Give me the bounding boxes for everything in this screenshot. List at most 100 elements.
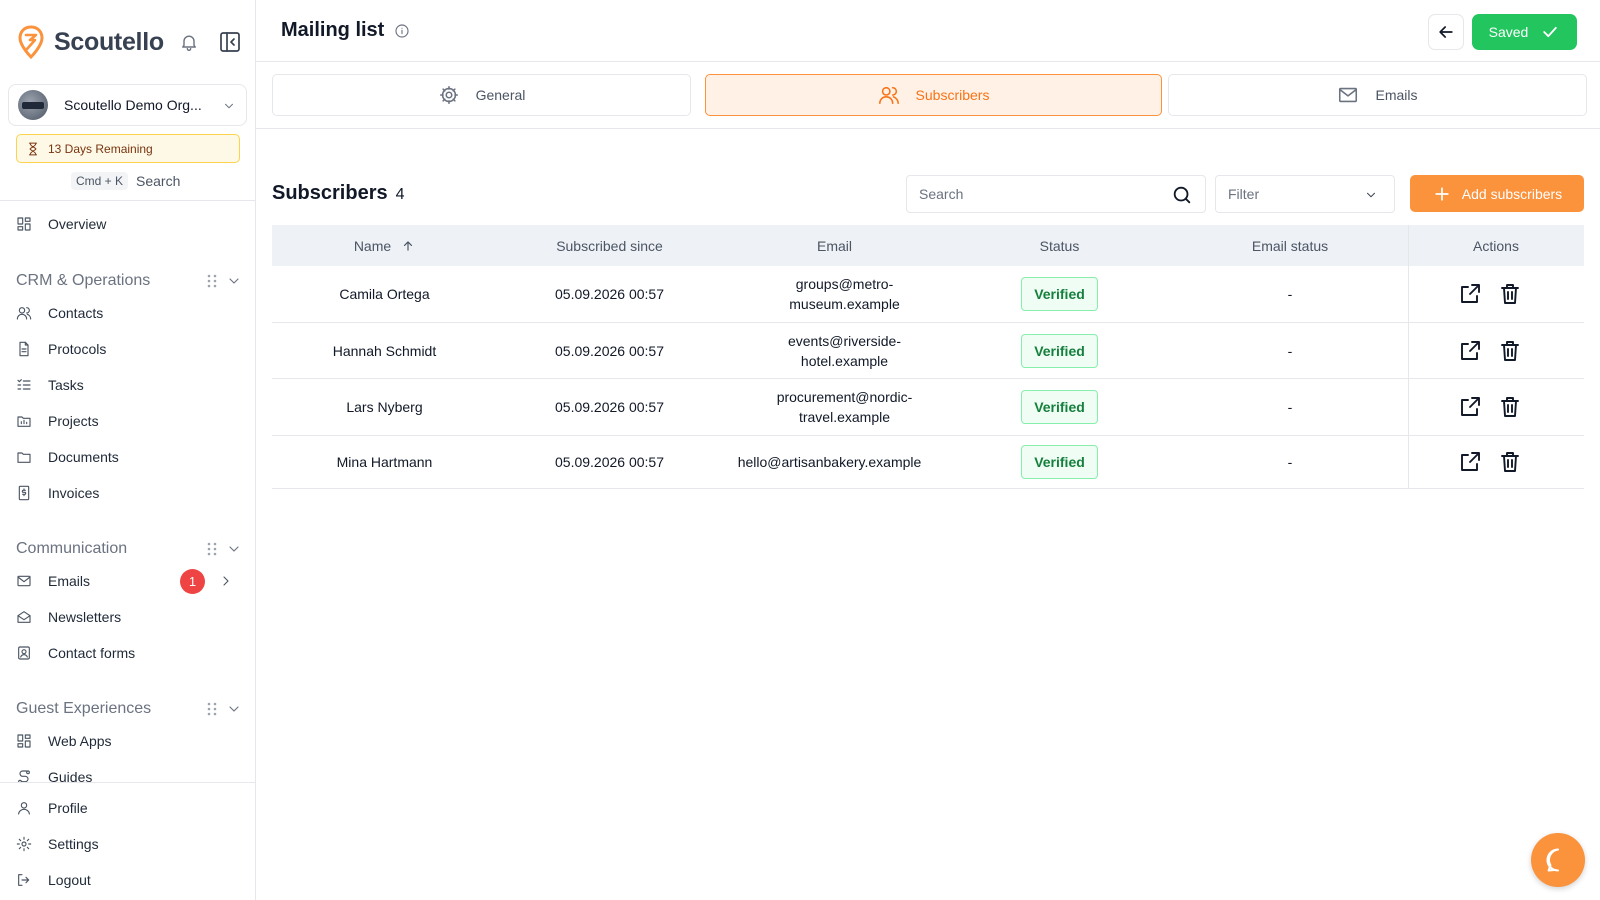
- org-switcher[interactable]: Scoutello Demo Org...: [8, 84, 247, 126]
- filter-select[interactable]: Filter: [1215, 175, 1395, 213]
- trash-icon[interactable]: [1498, 282, 1522, 306]
- cell-name: Hannah Schmidt: [332, 342, 437, 359]
- section-communication[interactable]: Communication: [16, 537, 241, 561]
- section-title: CRM & Operations: [16, 272, 151, 289]
- column-divider: [1408, 436, 1409, 488]
- section-title: Guest Experiences: [16, 700, 152, 717]
- column-header-name[interactable]: Name: [272, 225, 497, 266]
- search-input[interactable]: [907, 186, 1157, 202]
- open-external-icon[interactable]: [1458, 450, 1482, 474]
- drag-handle-icon[interactable]: [206, 274, 218, 288]
- drag-handle-icon[interactable]: [206, 542, 218, 556]
- settings-icon: [16, 836, 32, 852]
- sidebar-item-settings[interactable]: Settings: [16, 831, 241, 857]
- page-header: Mailing list Saved: [256, 0, 1600, 62]
- sidebar-item-tasks[interactable]: Tasks: [16, 372, 241, 398]
- section-title: Communication: [16, 540, 128, 557]
- cell-email-status: -: [1287, 399, 1293, 415]
- sidebar-item-guides[interactable]: Guides: [16, 764, 241, 782]
- sidebar-item-overview[interactable]: Overview: [16, 211, 241, 237]
- search-icon[interactable]: [1171, 184, 1193, 206]
- brand[interactable]: Scoutello: [18, 24, 164, 60]
- column-header-email: Email: [722, 225, 947, 266]
- chevron-down-icon[interactable]: [226, 701, 242, 717]
- open-external-icon[interactable]: [1458, 395, 1482, 419]
- cell-name: Lars Nyberg: [346, 399, 423, 415]
- projects-icon: [17, 416, 31, 427]
- open-external-icon[interactable]: [1458, 339, 1482, 363]
- cell-subscribed-since: 05.09.2026 00:57: [555, 399, 664, 415]
- tab-bar: General Subscribers Emails: [256, 62, 1600, 129]
- sidebar-item-newsletters[interactable]: Newsletters: [16, 604, 241, 630]
- section-guest-experiences[interactable]: Guest Experiences: [16, 697, 241, 721]
- cell-subscribed-since: 05.09.2026 00:57: [555, 454, 664, 470]
- chevron-down-icon[interactable]: [226, 273, 242, 289]
- invoice-icon: [18, 485, 30, 501]
- command-search[interactable]: Cmd + K Search: [71, 172, 180, 190]
- sidebar-item-contact-forms[interactable]: Contact forms: [16, 640, 241, 666]
- add-subscribers-button[interactable]: Add subscribers: [1410, 175, 1584, 212]
- cell-email-status: -: [1287, 286, 1293, 302]
- sidebar-item-protocols[interactable]: Protocols: [16, 336, 241, 362]
- sidebar-collapse-icon[interactable]: [218, 30, 242, 54]
- info-icon[interactable]: [394, 23, 410, 39]
- sidebar-item-label: Documents: [48, 449, 119, 465]
- cell-email: groups@metro-museum.example: [789, 276, 900, 312]
- sidebar-item-logout[interactable]: Logout: [16, 867, 241, 893]
- mail-icon: [1339, 87, 1358, 103]
- bell-icon[interactable]: [179, 32, 199, 52]
- column-divider: [1408, 379, 1409, 435]
- trial-banner[interactable]: 13 Days Remaining: [16, 134, 240, 163]
- sidebar-divider: [0, 200, 256, 201]
- subscribers-title: Subscribers: [272, 182, 388, 204]
- sidebar-item-documents[interactable]: Documents: [16, 444, 241, 470]
- sidebar-item-label: Emails: [48, 573, 91, 589]
- search-field[interactable]: [906, 175, 1206, 213]
- tab-subscribers[interactable]: Subscribers: [705, 74, 1162, 116]
- sidebar-item-label: Guides: [48, 769, 93, 782]
- drag-handle-icon[interactable]: [206, 702, 218, 716]
- trash-icon[interactable]: [1498, 450, 1522, 474]
- cell-name: Camila Ortega: [339, 286, 430, 302]
- sidebar-item-emails[interactable]: Emails 1: [16, 568, 241, 594]
- column-header-actions: Actions: [1408, 225, 1584, 266]
- table-row: Hannah Schmidt 05.09.2026 00:57 events@r…: [272, 323, 1584, 379]
- sidebar-item-label: Logout: [48, 872, 91, 888]
- sidebar-item-contacts[interactable]: Contacts: [16, 300, 241, 326]
- sidebar-scroll-clip: Guides: [0, 740, 256, 782]
- chat-button[interactable]: [1531, 833, 1585, 887]
- saved-button[interactable]: Saved: [1472, 14, 1577, 50]
- mail-icon: [17, 575, 31, 587]
- sidebar-item-label: Contacts: [48, 305, 104, 321]
- column-header-subscribed-since: Subscribed since: [497, 225, 722, 266]
- overview-icon: [17, 217, 31, 231]
- tab-label: General: [475, 87, 526, 103]
- tab-general[interactable]: General: [272, 74, 691, 116]
- tab-emails[interactable]: Emails: [1168, 74, 1587, 116]
- tasks-icon: [17, 379, 31, 390]
- scoutello-logo-icon: [18, 25, 44, 59]
- cell-email-status: -: [1287, 454, 1293, 470]
- sidebar-item-label: Tasks: [48, 377, 84, 393]
- sidebar-divider: [0, 782, 256, 783]
- sidebar-item-profile[interactable]: Profile: [16, 795, 241, 821]
- back-button[interactable]: [1428, 14, 1464, 50]
- cell-email-status: -: [1287, 342, 1293, 359]
- contact-form-icon: [18, 646, 30, 660]
- cell-status: Verified: [947, 323, 1172, 378]
- chevron-right-icon[interactable]: [218, 573, 234, 589]
- open-external-icon[interactable]: [1458, 282, 1482, 306]
- chevron-down-icon[interactable]: [226, 541, 242, 557]
- sidebar-item-invoices[interactable]: Invoices: [16, 480, 241, 506]
- trash-icon[interactable]: [1498, 339, 1522, 363]
- column-label: Subscribed since: [556, 237, 663, 254]
- add-subscribers-label: Add subscribers: [1461, 185, 1563, 202]
- saved-label: Saved: [1488, 24, 1529, 40]
- column-divider: [1408, 225, 1409, 266]
- section-crm-operations[interactable]: CRM & Operations: [16, 269, 241, 293]
- cell-email: events@riverside-hotel.example: [787, 332, 902, 369]
- sidebar-item-projects[interactable]: Projects: [16, 408, 241, 434]
- trash-icon[interactable]: [1498, 395, 1522, 419]
- sidebar-item-label: Protocols: [48, 341, 107, 357]
- table-row: Lars Nyberg 05.09.2026 00:57 procurement…: [272, 379, 1584, 436]
